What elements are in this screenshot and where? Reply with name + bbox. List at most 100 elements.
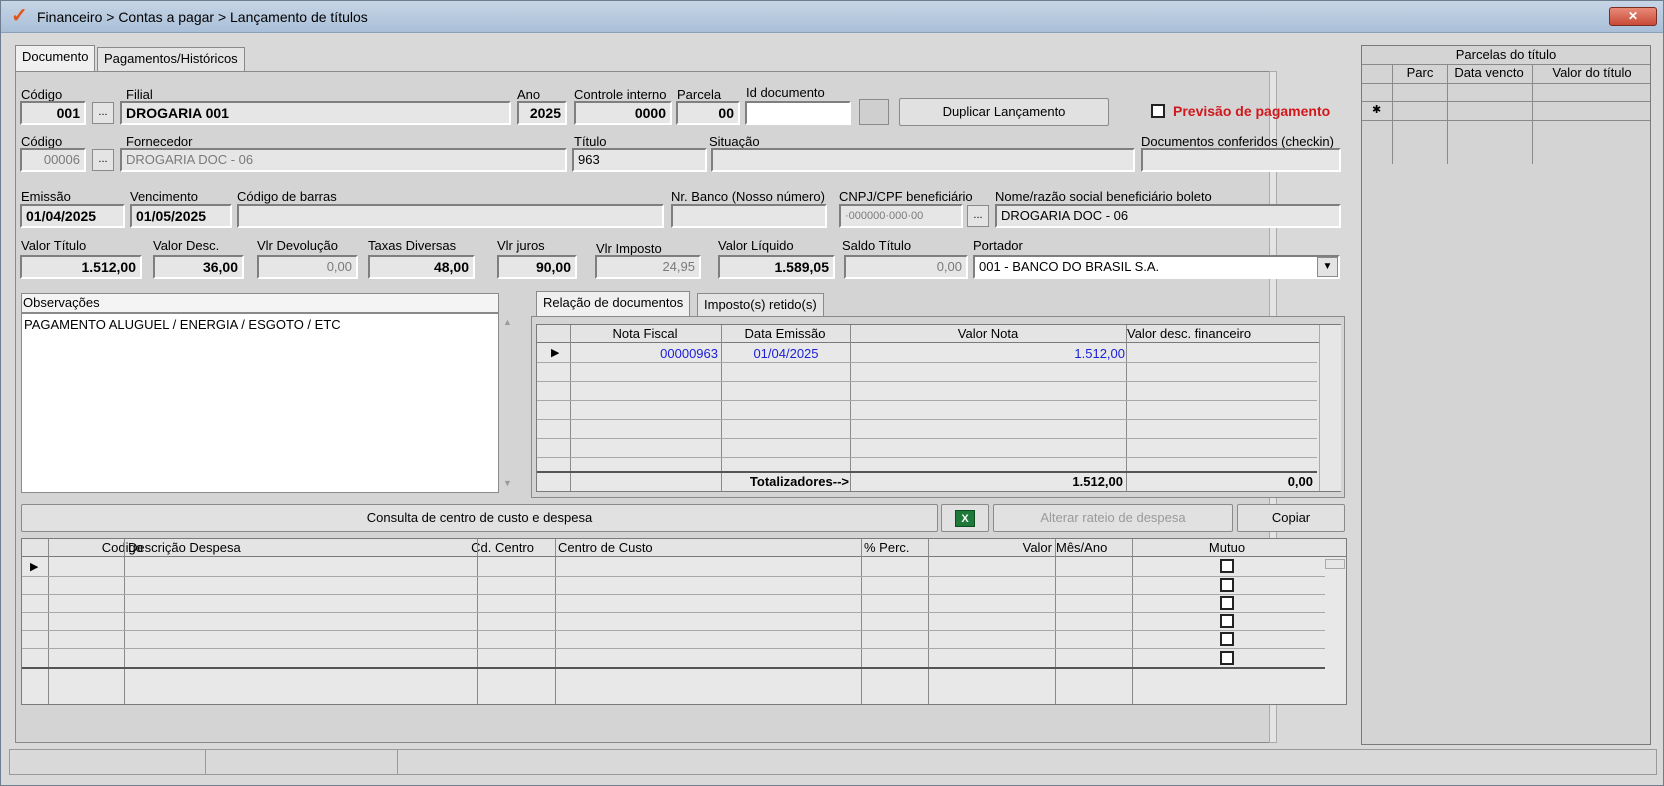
taxas-diversas-label: Taxas Diversas xyxy=(368,238,457,253)
mutuo-checkbox[interactable] xyxy=(1220,559,1234,573)
vlr-juros-field[interactable]: 90,00 xyxy=(497,255,577,279)
vlr-imposto-label: Vlr Imposto xyxy=(596,241,662,256)
valor-nota-cell[interactable]: 1.512,00 xyxy=(851,346,1125,361)
observacoes-scroll-up-icon[interactable]: ▲ xyxy=(503,317,512,327)
fornecedor-field[interactable]: DROGARIA DOC - 06 xyxy=(120,148,567,172)
status-segment-3 xyxy=(400,750,1400,774)
mutuo-checkbox[interactable] xyxy=(1220,632,1234,646)
col-mes-ano: Mês/Ano xyxy=(1056,540,1108,555)
taxas-diversas-field[interactable]: 48,00 xyxy=(368,255,475,279)
fornecedor-lookup-button[interactable]: ... xyxy=(92,149,114,171)
close-button[interactable]: ✕ xyxy=(1609,7,1657,26)
duplicar-lancamento-button[interactable]: Duplicar Lançamento xyxy=(899,98,1109,126)
vlr-imposto-field[interactable]: 24,95 xyxy=(595,255,701,279)
documentos-conferidos-label: Documentos conferidos (checkin) xyxy=(1141,134,1334,149)
saldo-titulo-label: Saldo Título xyxy=(842,238,912,253)
filial-field[interactable]: DROGARIA 001 xyxy=(120,101,511,125)
valor-titulo-field[interactable]: 1.512,00 xyxy=(20,255,142,279)
col-mutuo: Mutuo xyxy=(1208,540,1246,555)
col-descricao-despesa: Descrição Despesa xyxy=(128,540,241,555)
row-pointer-icon: ▶ xyxy=(551,347,560,359)
id-documento-image-icon[interactable] xyxy=(859,99,889,125)
valor-desc-label: Valor Desc. xyxy=(153,238,220,253)
emissao-label: Emissão xyxy=(21,189,71,204)
documentos-grid: Nota Fiscal Data Emissão Valor Nota Valo… xyxy=(536,324,1341,492)
app-logo-icon: ✓ xyxy=(11,5,28,27)
emissao-field[interactable]: 01/04/2025 xyxy=(20,204,125,228)
valor-desc-field[interactable]: 36,00 xyxy=(153,255,244,279)
parcela-field[interactable]: 00 xyxy=(676,101,740,125)
codigo-barras-field[interactable] xyxy=(237,204,664,228)
ano-field[interactable]: 2025 xyxy=(517,101,567,125)
col-valor-titulo: Valor do título xyxy=(1552,65,1632,80)
col-valor-nota: Valor Nota xyxy=(957,326,1019,341)
excel-export-button[interactable]: X xyxy=(941,504,989,532)
cnpj-field[interactable]: ·000000·000·00 xyxy=(839,204,963,228)
observacoes-label: Observações xyxy=(23,295,100,310)
copiar-button[interactable]: Copiar xyxy=(1237,504,1345,532)
parcelas-title: Parcelas do título xyxy=(1455,47,1557,62)
codigo-lookup-button[interactable]: ... xyxy=(92,102,114,124)
nome-beneficiario-field[interactable]: DROGARIA DOC - 06 xyxy=(995,204,1341,228)
codigo-label: Código xyxy=(21,87,63,102)
mutuo-checkbox[interactable] xyxy=(1220,578,1234,592)
observacoes-textarea[interactable]: PAGAMENTO ALUGUEL / ENERGIA / ESGOTO / E… xyxy=(21,313,499,493)
id-documento-label: Id documento xyxy=(746,85,825,100)
ano-label: Ano xyxy=(517,87,541,102)
alterar-rateio-button[interactable]: Alterar rateio de despesa xyxy=(993,504,1233,532)
nr-banco-field[interactable] xyxy=(671,204,827,228)
previsao-pagamento-label: Previsão de pagamento xyxy=(1173,103,1331,119)
tab-relacao-documentos[interactable]: Relação de documentos xyxy=(536,291,691,317)
filial-label: Filial xyxy=(126,87,153,102)
despesa-row-pointer-icon: ▶ xyxy=(30,561,39,573)
titulo-field[interactable]: 963 xyxy=(572,148,707,172)
col-perc: % Perc. xyxy=(864,540,910,555)
tab-impostos-retidos[interactable]: Imposto(s) retido(s) xyxy=(697,293,824,317)
vlr-devolucao-field[interactable]: 0,00 xyxy=(257,255,358,279)
valor-liquido-field[interactable]: 1.589,05 xyxy=(718,255,835,279)
nota-fiscal-cell[interactable]: 00000963 xyxy=(573,346,718,361)
codigo-field[interactable]: 001 xyxy=(20,101,86,125)
nome-beneficiario-label: Nome/razão social beneficiário boleto xyxy=(995,189,1212,204)
vlr-juros-label: Vlr juros xyxy=(497,238,545,253)
parcela-label: Parcela xyxy=(677,87,722,102)
cnpj-lookup-button[interactable]: ... xyxy=(967,205,989,227)
consulta-centro-custo-button[interactable]: Consulta de centro de custo e despesa xyxy=(21,504,938,532)
previsao-pagamento-checkbox[interactable] xyxy=(1151,104,1165,118)
cnpj-label: CNPJ/CPF beneficiário xyxy=(839,189,973,204)
vencimento-field[interactable]: 01/05/2025 xyxy=(130,204,232,228)
col-cd-centro: Cd. Centro xyxy=(471,540,534,555)
observacoes-scroll-down-icon[interactable]: ▼ xyxy=(503,478,512,488)
total-valor-desc: 0,00 xyxy=(1287,474,1313,489)
title-bar: ✓ Financeiro > Contas a pagar > Lançamen… xyxy=(1,1,1663,33)
valor-titulo-label: Valor Título xyxy=(21,238,87,253)
col-valor-desc-financeiro: Valor desc. financeiro xyxy=(1127,326,1252,341)
controle-interno-field[interactable]: 0000 xyxy=(574,101,672,125)
status-segment-2 xyxy=(208,750,398,774)
mutuo-checkbox[interactable] xyxy=(1220,651,1234,665)
mutuo-checkbox[interactable] xyxy=(1220,614,1234,628)
fornecedor-codigo-field[interactable]: 00006 xyxy=(20,148,86,172)
tab-pagamentos-historicos[interactable]: Pagamentos/Históricos xyxy=(97,47,245,71)
id-documento-field[interactable] xyxy=(745,101,851,125)
nr-banco-label: Nr. Banco (Nosso número) xyxy=(671,189,825,204)
totalizadores-label: Totalizadores--> xyxy=(749,474,849,489)
tab-documento[interactable]: Documento xyxy=(15,45,96,71)
window-title: Financeiro > Contas a pagar > Lançamento… xyxy=(37,9,368,25)
portador-select[interactable]: 001 - BANCO DO BRASIL S.A. xyxy=(973,255,1340,279)
data-emissao-cell[interactable]: 01/04/2025 xyxy=(723,346,849,361)
fornecedor-label: Fornecedor xyxy=(126,134,193,149)
portador-label: Portador xyxy=(973,238,1023,253)
mutuo-checkbox[interactable] xyxy=(1220,596,1234,610)
parcelas-row-pointer-icon: ✱ xyxy=(1372,104,1382,116)
status-bar xyxy=(9,749,1657,775)
situacao-field[interactable] xyxy=(711,148,1135,172)
status-segment-1 xyxy=(10,750,206,774)
documentos-grid-scrollbar[interactable] xyxy=(1319,325,1341,491)
documentos-conferidos-field[interactable] xyxy=(1141,148,1341,172)
saldo-titulo-field[interactable]: 0,00 xyxy=(844,255,968,279)
controle-interno-label: Controle interno xyxy=(574,87,667,102)
portador-dropdown-icon[interactable]: ▼ xyxy=(1317,257,1338,277)
despesa-grid-scrollbar[interactable] xyxy=(1325,559,1345,569)
col-nota-fiscal: Nota Fiscal xyxy=(612,326,678,341)
